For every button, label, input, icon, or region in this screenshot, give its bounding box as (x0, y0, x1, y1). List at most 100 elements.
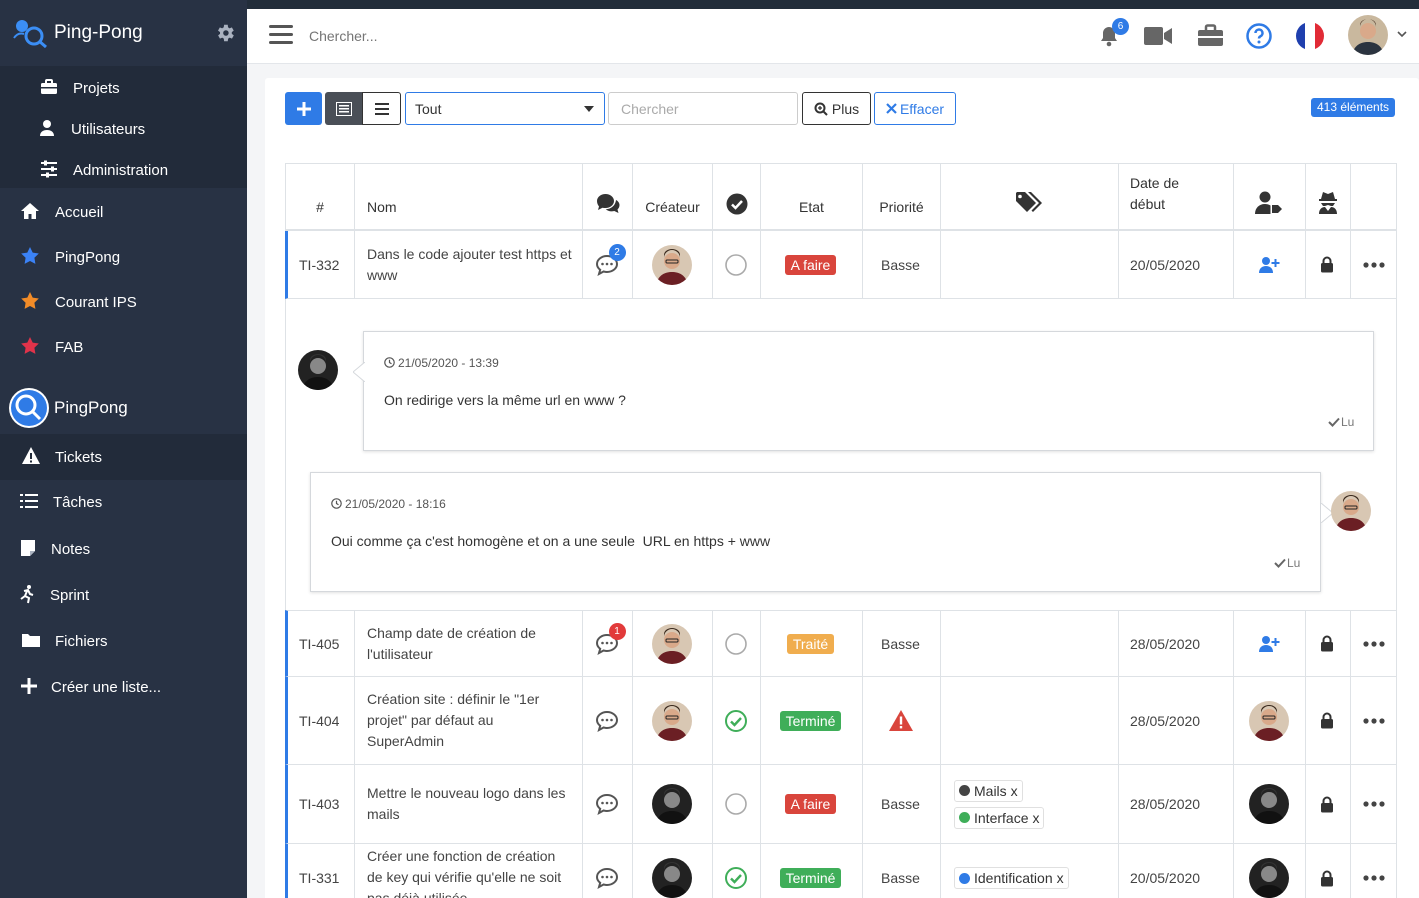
add-ticket-button[interactable] (285, 92, 322, 125)
clear-filters-button[interactable]: Effacer (874, 92, 956, 125)
subnav-item-projets[interactable]: Projets (0, 66, 247, 110)
private-cell[interactable] (1305, 231, 1349, 298)
app-name: Ping-Pong (54, 22, 143, 43)
assignee-cell[interactable] (1233, 611, 1305, 676)
private-cell[interactable] (1305, 765, 1349, 843)
project-header[interactable]: PingPong (0, 386, 247, 430)
subnav-label: Utilisateurs (71, 120, 146, 138)
row-menu-button[interactable] (1350, 611, 1397, 676)
ticket-name[interactable]: Création site : définir le "1er projet" … (367, 677, 567, 764)
sidebar-item-pingpong-fav[interactable]: PingPong (0, 235, 247, 279)
col-header-private[interactable] (1306, 164, 1350, 230)
sidebar-item-notes[interactable]: Notes (0, 527, 247, 571)
view-detail-button[interactable] (325, 92, 363, 125)
row-menu-button[interactable] (1350, 844, 1396, 898)
done-cell[interactable] (712, 765, 759, 843)
row-menu-button[interactable] (1350, 677, 1397, 764)
col-header-done[interactable] (713, 164, 760, 230)
tag-remove-icon[interactable]: x (1011, 783, 1018, 799)
comments-cell[interactable]: 1 (582, 611, 631, 676)
creator-cell (632, 231, 711, 298)
user-avatar[interactable] (1348, 15, 1388, 55)
state-cell[interactable]: Traité (760, 611, 861, 676)
table-row[interactable]: TI-405 Champ date de création de l'utili… (285, 610, 1397, 678)
tag-chip[interactable]: Interface x (954, 806, 1045, 829)
comments-cell[interactable]: 2 (582, 231, 631, 298)
comments-cell[interactable] (582, 677, 631, 764)
sidebar-item-fab[interactable]: FAB (0, 325, 247, 369)
gear-icon[interactable] (214, 22, 236, 44)
col-header-priority[interactable]: Priorité (863, 164, 940, 230)
done-cell[interactable] (712, 231, 759, 298)
private-cell[interactable] (1305, 677, 1349, 764)
tag-chip[interactable]: Mails x (954, 779, 1023, 802)
sidebar-item-courant-ips[interactable]: Courant IPS (0, 280, 247, 324)
col-header-creator[interactable]: Créateur (633, 164, 712, 230)
more-filters-button[interactable]: Plus (802, 92, 871, 125)
state-cell[interactable]: Terminé (760, 677, 861, 764)
hamburger-menu-icon[interactable] (269, 25, 293, 45)
state-cell[interactable]: Terminé (760, 844, 861, 898)
col-header-name[interactable]: Nom (367, 164, 567, 230)
sliders-icon (41, 160, 57, 178)
help-button[interactable] (1244, 21, 1274, 51)
ticket-name[interactable]: Créer une fonction de création de key qu… (367, 846, 572, 898)
tag-remove-icon[interactable]: x (1057, 870, 1064, 886)
done-cell[interactable] (712, 611, 759, 676)
global-search-input[interactable] (309, 22, 609, 50)
tag-chip[interactable]: Identification x (954, 867, 1069, 889)
done-cell[interactable] (712, 677, 759, 764)
view-list-button[interactable] (362, 92, 401, 125)
align-justify-icon (374, 102, 389, 115)
list-search-input[interactable]: Chercher (608, 92, 798, 125)
table-row[interactable]: TI-404 Création site : définir le "1er p… (285, 677, 1397, 765)
notifications-button[interactable]: 6 (1094, 18, 1129, 51)
start-date: 28/05/2020 (1130, 796, 1201, 812)
tag-remove-icon[interactable]: x (1032, 810, 1039, 826)
private-cell[interactable] (1305, 611, 1349, 676)
video-button[interactable] (1143, 21, 1173, 51)
language-button[interactable] (1295, 21, 1325, 51)
chevron-down-icon[interactable] (1397, 30, 1407, 38)
sidebar: Ping-Pong Projets Utilisateurs Administr… (0, 0, 247, 898)
col-header-assignee[interactable] (1233, 164, 1305, 230)
comments-cell[interactable] (582, 765, 631, 843)
subnav-item-utilisateurs[interactable]: Utilisateurs (0, 107, 247, 151)
sidebar-item-fichiers[interactable]: Fichiers (0, 619, 247, 663)
ellipsis-icon (1362, 801, 1385, 807)
row-menu-button[interactable] (1350, 231, 1397, 298)
projects-button[interactable] (1195, 21, 1225, 51)
state-cell[interactable]: A faire (760, 765, 861, 843)
ticket-name[interactable]: Mettre le nouveau logo dans les mails (367, 765, 577, 843)
col-header-start-date[interactable]: Date de début (1130, 164, 1230, 230)
private-cell[interactable] (1305, 844, 1349, 898)
col-header-tags[interactable] (941, 164, 1118, 230)
sidebar-item-accueil[interactable]: Accueil (0, 190, 247, 234)
row-menu-button[interactable] (1350, 765, 1397, 843)
subnav-item-administration[interactable]: Administration (0, 148, 247, 192)
table-row[interactable]: TI-332 Dans le code ajouter test https e… (285, 231, 1397, 299)
assignee-cell[interactable] (1233, 231, 1305, 298)
col-header-comments[interactable] (583, 164, 632, 230)
comment-icon (595, 710, 618, 732)
col-header-id[interactable]: # (286, 164, 354, 230)
ticket-name[interactable]: Dans le code ajouter test https et www (367, 231, 577, 298)
filter-select[interactable]: Tout (405, 92, 605, 125)
assignee-cell[interactable] (1233, 677, 1305, 764)
state-cell[interactable]: A faire (760, 231, 861, 298)
ticket-name[interactable]: Champ date de création de l'utilisateur (367, 611, 567, 676)
assignee-cell[interactable] (1233, 765, 1305, 843)
sidebar-item-create-list[interactable]: Créer une liste... (0, 665, 247, 709)
sidebar-item-sprint[interactable]: Sprint (0, 573, 247, 617)
table-row[interactable]: TI-331 Créer une fonction de création de… (285, 844, 1397, 898)
comments-cell[interactable] (582, 844, 631, 898)
assignee-cell[interactable] (1233, 844, 1305, 898)
brand[interactable]: Ping-Pong (0, 0, 247, 66)
table-row[interactable]: TI-403 Mettre le nouveau logo dans les m… (285, 765, 1397, 844)
done-cell[interactable] (712, 844, 759, 898)
assignee-avatar (1249, 784, 1289, 824)
sidebar-item-taches[interactable]: Tâches (0, 480, 247, 524)
col-header-state[interactable]: Etat (761, 164, 862, 230)
list-detail-icon (336, 101, 352, 116)
sidebar-item-tickets[interactable]: Tickets (0, 434, 247, 480)
